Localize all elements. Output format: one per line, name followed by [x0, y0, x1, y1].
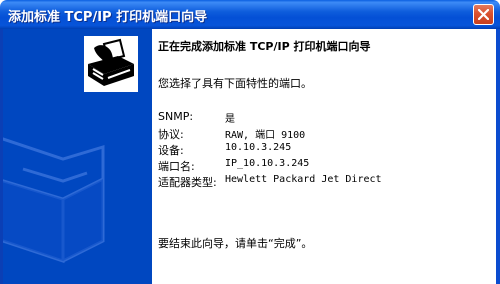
- page-heading: 正在完成添加标准 TCP/IP 打印机端口向导: [158, 40, 371, 53]
- property-label: 适配器类型:: [158, 176, 217, 189]
- title-bar[interactable]: 添加标准 TCP/IP 打印机端口向导: [0, 0, 500, 29]
- intro-text: 您选择了具有下面特性的端口。: [158, 77, 312, 90]
- wizard-content: 正在完成添加标准 TCP/IP 打印机端口向导 您选择了具有下面特性的端口。 S…: [152, 29, 496, 284]
- property-value: 10.10.3.245: [225, 142, 292, 153]
- property-label: SNMP:: [158, 110, 194, 123]
- close-button[interactable]: [473, 4, 494, 25]
- wizard-window: 添加标准 TCP/IP 打印机端口向导 正在完成添加标准 TCP/IP 打印机端…: [0, 0, 500, 284]
- property-value: RAW, 端口 9100: [225, 130, 306, 141]
- property-label: 协议:: [158, 128, 184, 141]
- close-icon: [478, 9, 489, 20]
- window-title: 添加标准 TCP/IP 打印机端口向导: [8, 10, 208, 25]
- printer-wizard-icon: [84, 36, 138, 92]
- window-border-right: [496, 29, 500, 284]
- property-label: 端口名:: [158, 160, 195, 173]
- property-value: Hewlett Packard Jet Direct: [225, 174, 382, 185]
- wizard-side-panel: [0, 29, 152, 284]
- finish-instruction: 要结束此向导，请单击“完成”。: [158, 237, 313, 250]
- property-value: 是: [225, 114, 235, 125]
- property-label: 设备:: [158, 144, 184, 157]
- property-value: IP_10.10.3.245: [225, 158, 310, 169]
